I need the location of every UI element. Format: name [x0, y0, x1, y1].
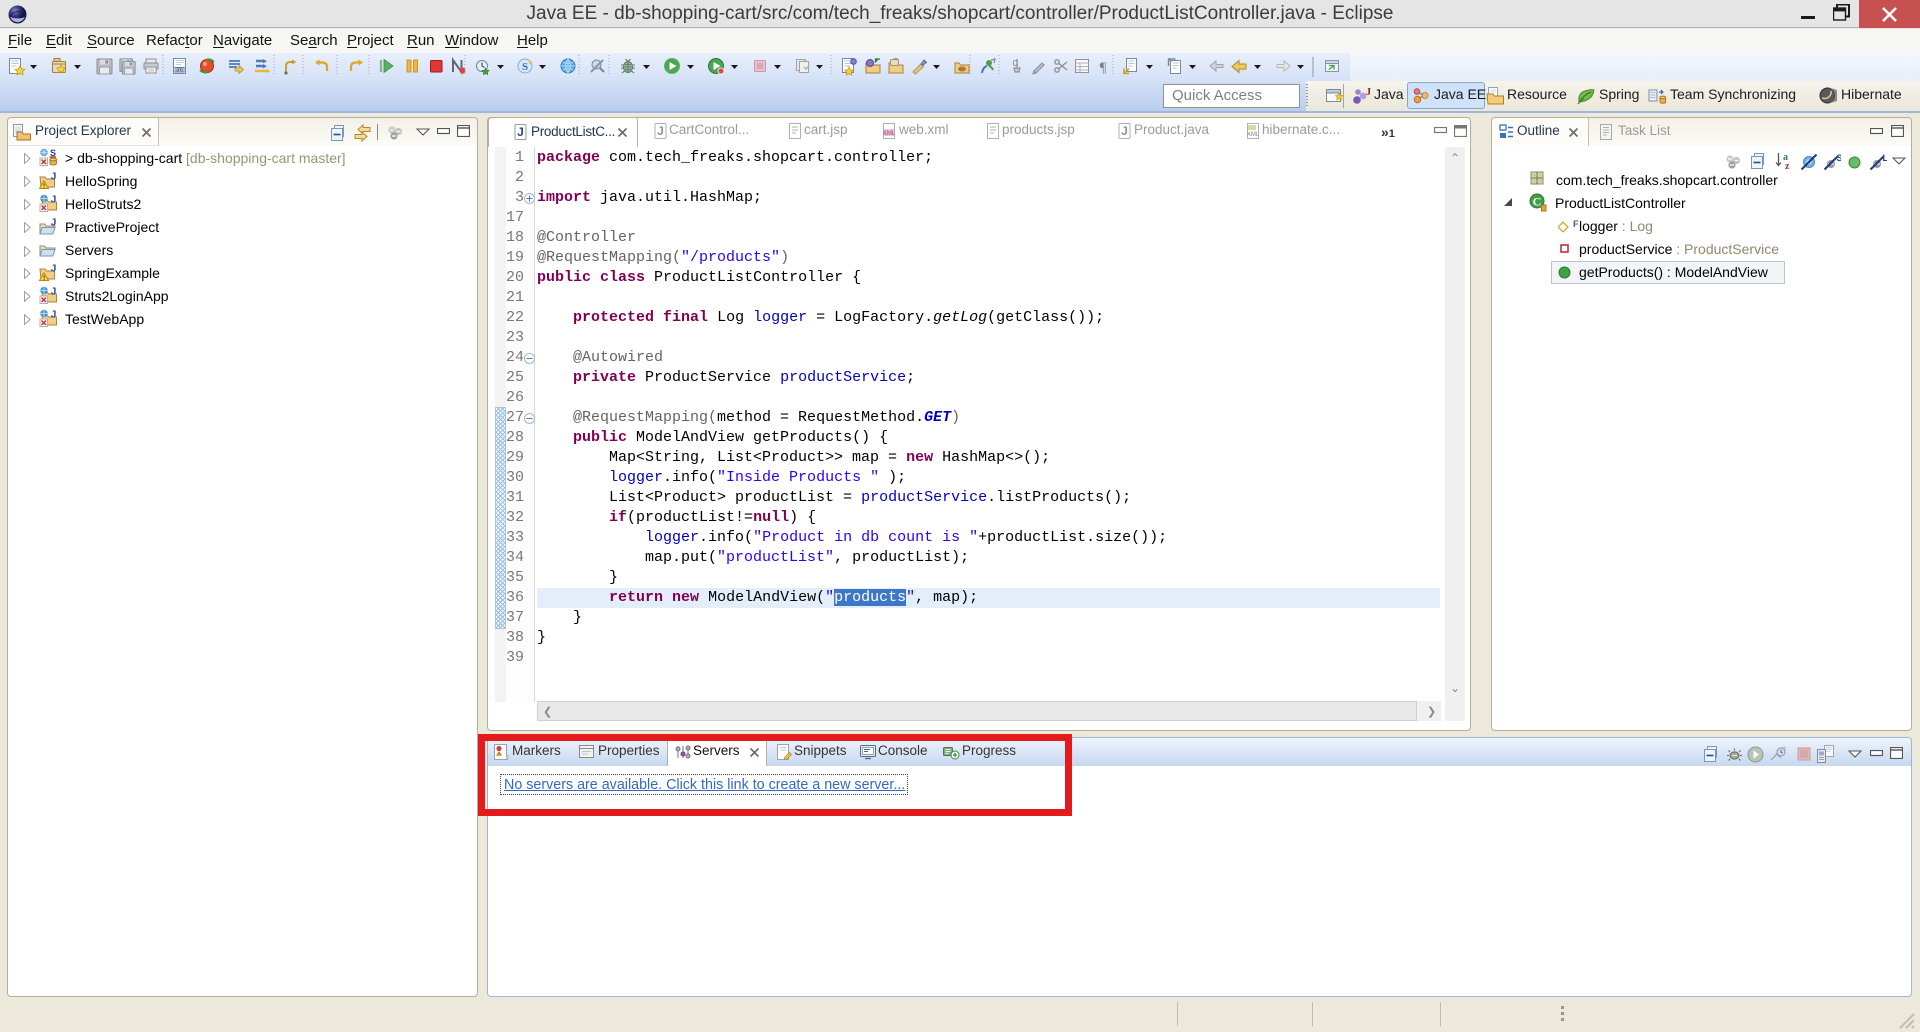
svg-text:J: J: [51, 172, 57, 183]
svg-text:J: J: [1366, 87, 1371, 98]
svg-text:J: J: [51, 310, 57, 321]
svg-text:J: J: [657, 124, 664, 138]
svg-text:C: C: [1013, 59, 1019, 68]
svg-text:010: 010: [175, 67, 185, 74]
svg-text:¶: ¶: [1100, 60, 1107, 76]
svg-text:J: J: [1121, 124, 1128, 138]
svg-text:z: z: [1785, 161, 1790, 170]
svg-text:S: S: [522, 61, 528, 73]
svg-text:J: J: [51, 218, 57, 229]
svg-text:XML: XML: [883, 131, 896, 137]
svg-text:J: J: [517, 125, 524, 139]
svg-text:J: J: [51, 287, 57, 298]
svg-text:J: J: [51, 195, 57, 206]
svg-text:C: C: [1533, 195, 1542, 209]
svg-text:XML: XML: [1247, 132, 1260, 138]
svg-text:J: J: [51, 264, 57, 275]
